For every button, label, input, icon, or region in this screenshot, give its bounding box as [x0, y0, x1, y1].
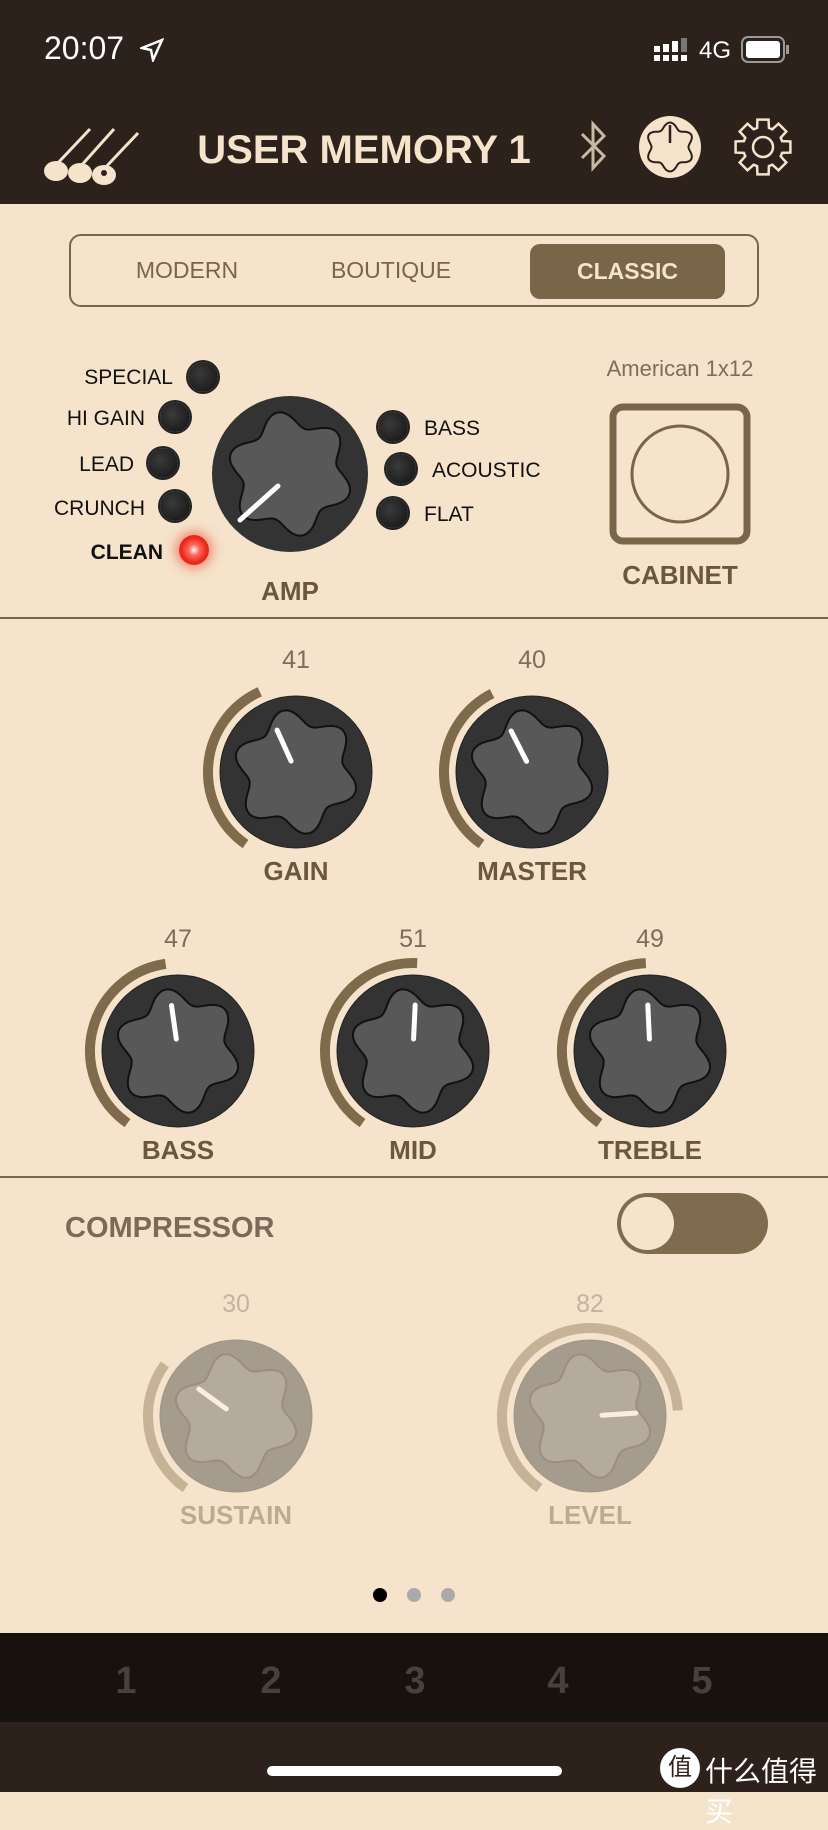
home-indicator — [267, 1766, 562, 1776]
page-dot[interactable] — [373, 1588, 387, 1602]
cabinet-label: CABINET — [622, 560, 738, 590]
master-knob[interactable] — [432, 672, 632, 872]
divider — [0, 617, 828, 619]
amp-type-label-acoustic: ACOUSTIC — [432, 459, 541, 482]
level-value: 82 — [576, 1290, 604, 1318]
knob-icon[interactable] — [638, 115, 702, 179]
watermark: 什么值得买 — [705, 1756, 818, 1827]
amp-type-led-crunch[interactable] — [160, 491, 190, 521]
amp-type-led-flat[interactable] — [378, 498, 408, 528]
treble-value: 49 — [636, 925, 664, 953]
watermark-logo: 值 — [660, 1748, 700, 1788]
gain-knob[interactable] — [196, 672, 396, 872]
memory-slot-5[interactable]: 5 — [672, 1660, 732, 1703]
cabinet-type: American 1x12 — [606, 356, 754, 381]
page-dot[interactable] — [441, 1588, 455, 1602]
memory-slot-2[interactable]: 2 — [241, 1660, 301, 1703]
segment-classic[interactable]: CLASSIC — [530, 244, 725, 299]
amp-category-segmented-control: MODERN BOUTIQUE CLASSIC — [69, 234, 759, 307]
divider — [0, 1176, 828, 1178]
amp-type-led-bass[interactable] — [378, 412, 408, 442]
amp-type-label-hi-gain: HI GAIN — [66, 407, 145, 430]
bass-label: BASS — [141, 1135, 215, 1165]
toggle-thumb — [621, 1197, 674, 1250]
mid-knob[interactable] — [313, 951, 513, 1151]
bass-value: 47 — [164, 925, 192, 953]
memory-slot-3[interactable]: 3 — [385, 1660, 445, 1703]
level-pointer — [599, 1410, 639, 1418]
segment-modern[interactable]: MODERN — [87, 236, 287, 305]
treble-pointer — [645, 1002, 652, 1042]
amp-type-led-clean[interactable] — [179, 535, 209, 565]
amp-type-label-lead: LEAD — [79, 453, 134, 476]
gear-icon[interactable] — [732, 116, 794, 178]
status-time: 20:07 — [44, 30, 125, 66]
amp-type-led-lead[interactable] — [148, 448, 178, 478]
amp-type-label-clean: CLEAN — [90, 541, 163, 564]
amp-type-label-flat: FLAT — [424, 503, 474, 526]
treble-knob[interactable] — [550, 951, 750, 1151]
network-type: 4G — [699, 37, 732, 64]
bluetooth-icon[interactable] — [578, 118, 608, 174]
level-label: LEVEL — [548, 1500, 632, 1530]
mid-value: 51 — [399, 925, 427, 953]
amp-type-label-crunch: CRUNCH — [54, 497, 145, 520]
cabinet-button[interactable] — [609, 403, 751, 545]
page-indicator — [0, 1588, 828, 1602]
amp-type-label-special: SPECIAL — [84, 366, 173, 389]
amp-label: AMP — [261, 576, 319, 606]
compressor-label: COMPRESSOR — [65, 1212, 275, 1244]
level-knob[interactable] — [490, 1316, 690, 1516]
treble-label: TREBLE — [598, 1135, 702, 1165]
amp-selector-knob[interactable] — [210, 394, 370, 554]
mid-label: MID — [389, 1135, 437, 1165]
amp-type-label-bass: BASS — [424, 417, 481, 440]
mid-pointer — [411, 1002, 418, 1042]
bottom-bar — [0, 1722, 828, 1792]
location-icon — [140, 38, 164, 62]
sustain-knob[interactable] — [136, 1316, 336, 1516]
sustain-value: 30 — [222, 1290, 250, 1318]
bass-knob[interactable] — [78, 951, 278, 1151]
gain-value: 41 — [282, 646, 310, 674]
page-title: USER MEMORY 1 — [197, 128, 531, 172]
amp-type-led-special[interactable] — [188, 362, 218, 392]
signal-icon — [654, 38, 687, 61]
memory-slot-1[interactable]: 1 — [96, 1660, 156, 1703]
memory-slot-4[interactable]: 4 — [528, 1660, 588, 1703]
amp-type-led-hi-gain[interactable] — [160, 402, 190, 432]
master-label: MASTER — [477, 856, 587, 886]
gain-label: GAIN — [263, 856, 329, 886]
sustain-label: SUSTAIN — [179, 1500, 293, 1530]
battery-icon — [741, 36, 789, 63]
master-value: 40 — [518, 646, 546, 674]
amp-type-led-acoustic[interactable] — [386, 454, 416, 484]
segment-boutique[interactable]: BOUTIQUE — [291, 236, 491, 305]
compressor-toggle[interactable] — [617, 1193, 768, 1254]
page-dot[interactable] — [407, 1588, 421, 1602]
